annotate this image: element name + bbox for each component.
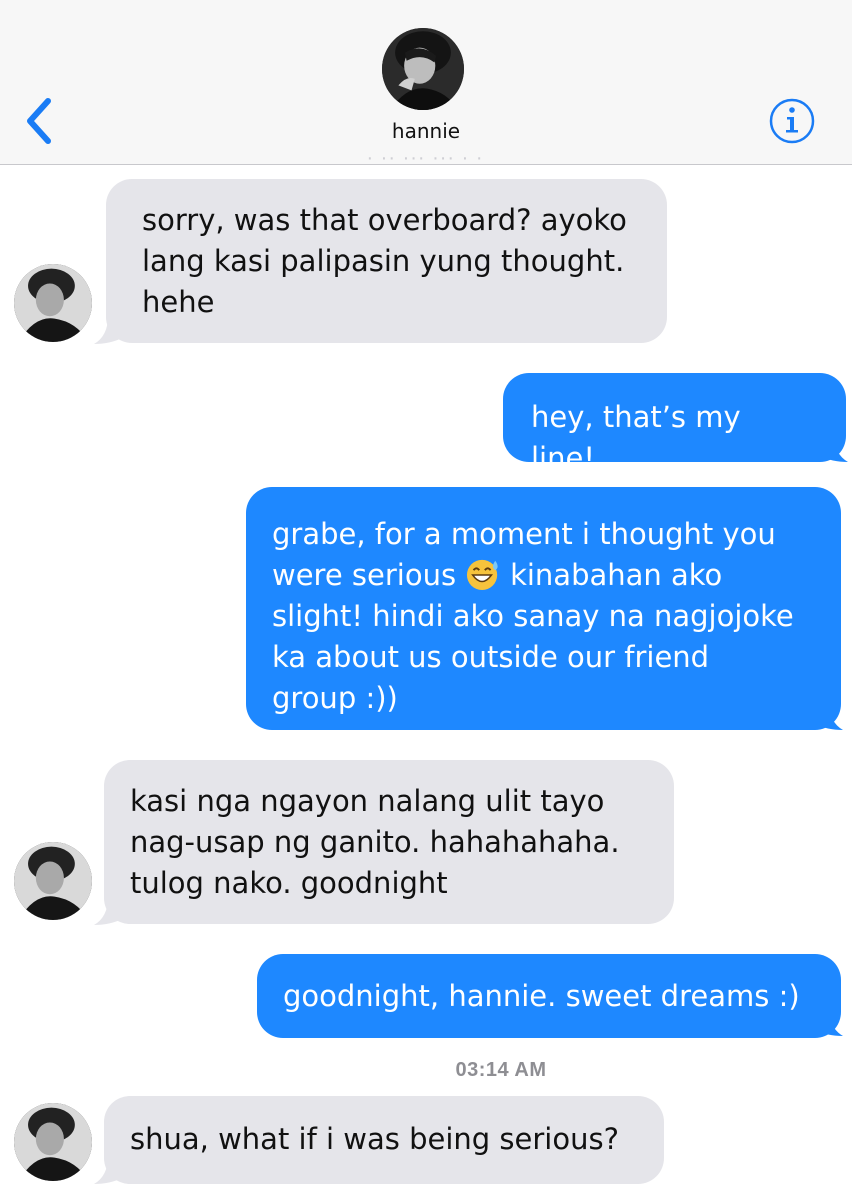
message-text: sorry, was that overboard? ayoko lang ka… bbox=[142, 203, 627, 319]
outgoing-message-bubble[interactable]: hey, that’s my line! bbox=[503, 373, 846, 475]
sender-avatar[interactable] bbox=[14, 842, 92, 920]
message-text: kinabahan ako bbox=[510, 558, 723, 592]
back-button[interactable] bbox=[22, 95, 62, 147]
bubble-tail bbox=[815, 702, 843, 730]
message-timestamp: 03:14 AM bbox=[455, 1059, 547, 1081]
info-button[interactable] bbox=[768, 97, 816, 145]
avatar-photo bbox=[382, 28, 464, 110]
incoming-message-bubble[interactable]: kasi nga ngayon nalang ulit tayo nag-usa… bbox=[104, 760, 674, 924]
incoming-message-bubble[interactable]: sorry, was that overboard? ayoko lang ka… bbox=[106, 179, 667, 343]
bubble-tail bbox=[815, 1008, 843, 1036]
avatar-photo bbox=[14, 1103, 92, 1181]
message-text: were serious bbox=[272, 558, 457, 592]
sender-avatar[interactable] bbox=[14, 264, 92, 342]
message-text: hey, that’s my line! bbox=[531, 400, 750, 475]
contact-avatar[interactable] bbox=[382, 28, 464, 110]
sender-avatar[interactable] bbox=[14, 1103, 92, 1181]
avatar-photo bbox=[14, 264, 92, 342]
message-line: grabe, for a moment i thought you bbox=[272, 517, 776, 551]
faded-timestamp: · ·· ··· ··· · · bbox=[290, 156, 560, 166]
message-text: kasi nga ngayon nalang ulit tayo nag-usa… bbox=[130, 784, 620, 900]
message-text: slight! hindi ako sanay na nagjojoke ka … bbox=[272, 599, 794, 715]
message-line-with-emoji: were serious kinabahan ako bbox=[272, 555, 805, 596]
outgoing-message-bubble[interactable]: goodnight, hannie. sweet dreams :) bbox=[257, 954, 841, 1038]
grinning-sweat-face-icon bbox=[467, 559, 498, 591]
bubble-tail bbox=[820, 434, 848, 462]
avatar-photo bbox=[14, 842, 92, 920]
incoming-message-bubble[interactable]: shua, what if i was being serious? bbox=[104, 1096, 664, 1184]
info-icon bbox=[769, 98, 815, 144]
conversation-header: hannie bbox=[0, 0, 852, 165]
contact-name[interactable]: hannie bbox=[326, 119, 526, 143]
outgoing-message-bubble[interactable]: grabe, for a moment i thought you were s… bbox=[246, 487, 841, 730]
message-text: shua, what if i was being serious? bbox=[130, 1122, 619, 1156]
message-text: goodnight, hannie. sweet dreams :) bbox=[283, 979, 800, 1013]
chevron-left-icon bbox=[27, 98, 51, 144]
